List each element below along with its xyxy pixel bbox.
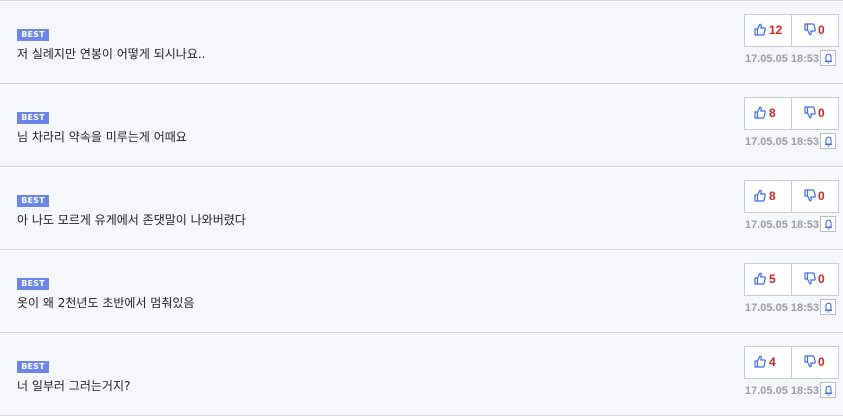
thumbs-down-icon [804,23,816,36]
upvote-count: 8 [769,106,776,120]
comment-date: 17.05.05 18:53 [745,53,820,65]
downvote-count: 0 [818,355,825,369]
report-button[interactable] [820,299,836,315]
comment-date: 17.05.05 18:53 [745,136,820,148]
thumbs-up-icon [754,272,766,285]
comment-row: BEST 저 실례지만 연봉이 어떻게 되시나요.. 12 0 17.05.05… [0,2,843,84]
downvote-count: 0 [818,272,825,286]
upvote-button[interactable]: 12 [745,15,791,46]
bell-icon [825,219,832,230]
thumbs-down-icon [804,106,816,119]
comment-text: 아 나도 모르게 유게에서 존댓말이 나와버렸다 [17,213,246,227]
bell-icon [825,136,832,147]
report-button[interactable] [820,133,836,149]
report-button[interactable] [820,50,836,66]
comment-text: 너 일부러 그러는거지? [17,379,131,393]
upvote-button[interactable]: 4 [745,347,791,378]
downvote-button[interactable]: 0 [791,15,839,46]
best-badge: BEST [17,195,49,207]
thumbs-down-icon [804,272,816,285]
thumbs-up-icon [754,23,766,36]
comment-date: 17.05.05 18:53 [745,219,820,231]
upvote-button[interactable]: 5 [745,264,791,295]
downvote-count: 0 [818,189,825,203]
vote-box: 8 0 [744,180,839,213]
best-badge: BEST [17,29,49,41]
vote-box: 8 0 [744,97,839,130]
vote-box: 4 0 [744,346,839,379]
best-badge: BEST [17,361,49,373]
comment-row: BEST 님 차라리 약속을 미루는게 어때요 8 0 17.05.05 18:… [0,85,843,167]
report-button[interactable] [820,216,836,232]
upvote-count: 4 [769,355,776,369]
bell-icon [825,302,832,313]
comment-row: BEST 옷이 왜 2천년도 초반에서 멈춰있음 5 0 17.05.05 18… [0,251,843,333]
comment-row: BEST 아 나도 모르게 유게에서 존댓말이 나와버렸다 8 0 17.05.… [0,168,843,250]
best-badge: BEST [17,278,49,290]
comment-text: 저 실례지만 연봉이 어떻게 되시나요.. [17,47,206,61]
thumbs-up-icon [754,106,766,119]
thumbs-up-icon [754,189,766,202]
comment-date: 17.05.05 18:53 [745,385,820,397]
downvote-count: 0 [818,23,825,37]
downvote-button[interactable]: 0 [791,98,839,129]
vote-box: 5 0 [744,263,839,296]
comment-row: BEST 너 일부러 그러는거지? 4 0 17.05.05 18:53 [0,334,843,416]
thumbs-up-icon [754,355,766,368]
upvote-count: 5 [769,272,776,286]
report-button[interactable] [820,382,836,398]
downvote-button[interactable]: 0 [791,347,839,378]
comment-date: 17.05.05 18:53 [745,302,820,314]
comment-text: 님 차라리 약속을 미루는게 어때요 [17,130,187,144]
bell-icon [825,385,832,396]
thumbs-down-icon [804,355,816,368]
downvote-button[interactable]: 0 [791,264,839,295]
upvote-button[interactable]: 8 [745,181,791,212]
vote-box: 12 0 [744,14,839,47]
downvote-count: 0 [818,106,825,120]
comment-text: 옷이 왜 2천년도 초반에서 멈춰있음 [17,296,195,310]
best-badge: BEST [17,112,49,124]
upvote-count: 8 [769,189,776,203]
upvote-count: 12 [769,23,783,37]
best-comment-list: BEST 저 실례지만 연봉이 어떻게 되시나요.. 12 0 17.05.05… [0,0,843,419]
upvote-button[interactable]: 8 [745,98,791,129]
thumbs-down-icon [804,189,816,202]
downvote-button[interactable]: 0 [791,181,839,212]
bell-icon [825,53,832,64]
